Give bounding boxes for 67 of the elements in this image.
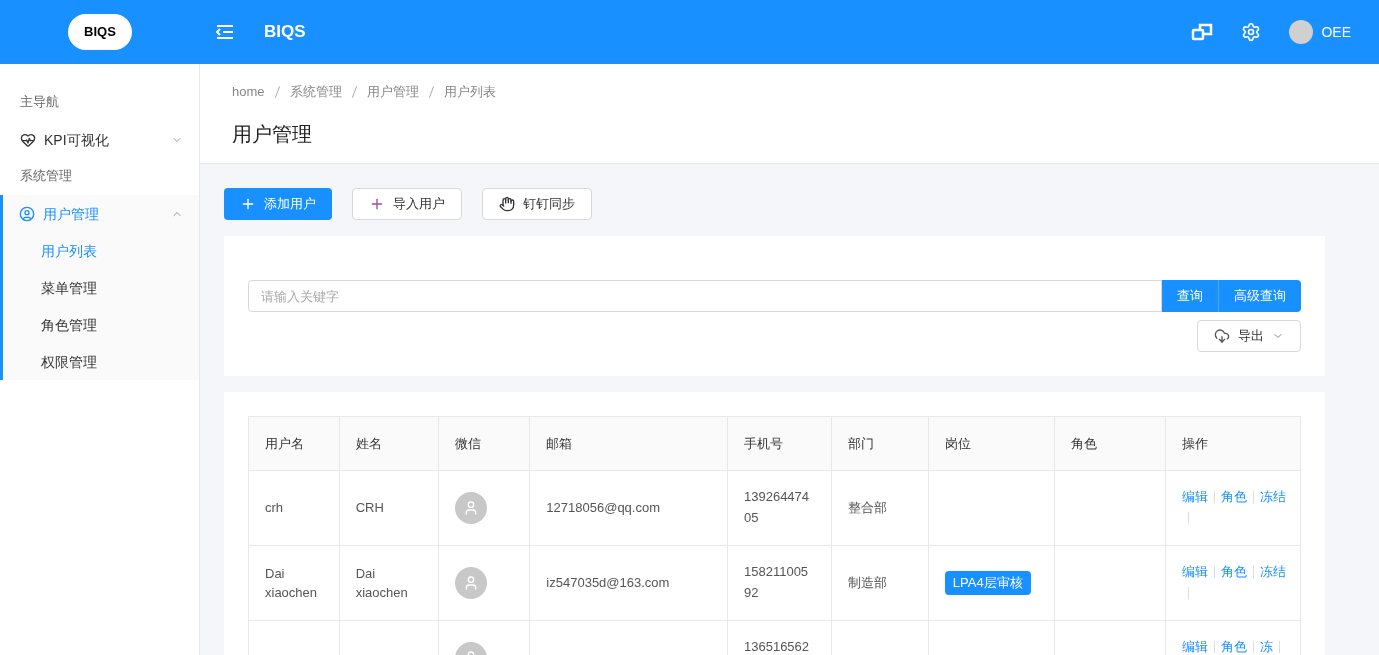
toolbar-button[interactable]: 钉钉同步 <box>482 188 592 220</box>
action-link[interactable]: 角色 <box>1220 637 1247 655</box>
user-circle-icon <box>19 205 35 222</box>
menu-label: 用户管理 <box>43 204 99 224</box>
breadcrumb-link[interactable]: 系统管理 <box>289 82 342 102</box>
search-button[interactable]: 高级查询 <box>1218 280 1301 312</box>
table-cell: 12718056@qq.com <box>529 470 728 546</box>
plus-icon <box>240 196 256 212</box>
table-cell: iz547035d@163.com <box>529 545 728 621</box>
menu-item[interactable]: 用户管理 <box>3 195 199 232</box>
toolbar-button[interactable]: 导入用户 <box>352 188 462 220</box>
table-cell: 制造部 <box>831 545 929 621</box>
column-header: 岗位 <box>928 416 1055 471</box>
action-link[interactable]: 角色 <box>1220 562 1247 583</box>
submenu-item[interactable]: 菜单管理 <box>3 269 199 306</box>
table-cell-text: 158211005 92 <box>744 563 810 602</box>
breadcrumb-link[interactable]: 用户管理 <box>366 82 419 102</box>
column-header: 用户名 <box>248 416 340 471</box>
table-cell: crh <box>248 470 340 546</box>
plus-icon <box>369 196 385 212</box>
submenu-item[interactable]: 角色管理 <box>3 306 199 343</box>
user-name[interactable]: OEE <box>1321 22 1351 42</box>
app-title: BIQS <box>264 21 306 44</box>
action-link[interactable]: 角色 <box>1220 487 1247 508</box>
windows-icon[interactable] <box>1191 22 1214 42</box>
column-header: 操作 <box>1165 416 1301 471</box>
column-header: 微信 <box>438 416 530 471</box>
action-link[interactable]: 编辑 <box>1181 487 1208 508</box>
page-title: 用户管理 <box>232 121 313 147</box>
table-cell: Dai xiaochen <box>339 545 439 621</box>
submenu-item[interactable]: 权限管理 <box>3 343 199 380</box>
hand-icon <box>499 196 515 212</box>
search-field[interactable]: 请输入关键字 <box>248 280 1162 312</box>
position-tag: LPA4层审核 <box>944 571 1031 595</box>
breadcrumb-link[interactable]: home <box>232 82 265 102</box>
section-label: 主导航 <box>19 93 60 112</box>
table-cell: CRH <box>339 470 439 546</box>
menu-item[interactable]: KPI可视化 <box>0 121 199 158</box>
table-cell-text: 139264474 05 <box>744 488 811 527</box>
column-header: 邮箱 <box>529 416 728 471</box>
settings-icon[interactable] <box>1241 22 1262 42</box>
export-button[interactable]: 导出 <box>1197 320 1301 352</box>
action-link[interactable]: 冻结 <box>1259 562 1286 583</box>
heart-pulse-icon <box>20 131 36 148</box>
table-cell-text: 136516562 <box>744 638 811 655</box>
submenu-item[interactable]: 用户列表 <box>3 232 199 269</box>
column-header: 角色 <box>1054 416 1166 471</box>
action-link[interactable]: 冻结 <box>1259 487 1286 508</box>
column-header: 部门 <box>831 416 929 471</box>
menu-collapse-icon[interactable] <box>216 25 234 39</box>
search-button[interactable]: 查询 <box>1162 280 1218 312</box>
action-link[interactable]: 编辑 <box>1181 562 1208 583</box>
toolbar-button[interactable]: 添加用户 <box>224 188 332 220</box>
action-link[interactable]: 冻 <box>1259 637 1273 655</box>
column-header: 手机号 <box>727 416 832 471</box>
menu-label: KPI可视化 <box>44 130 109 150</box>
action-link[interactable]: 编辑 <box>1181 637 1208 655</box>
user-avatar[interactable] <box>1289 20 1314 44</box>
avatar-placeholder <box>454 492 487 524</box>
table-cell: 整合部 <box>831 470 929 546</box>
cloud-download-icon <box>1214 328 1230 344</box>
cloud-logo: BIQS <box>68 14 132 50</box>
column-header: 姓名 <box>339 416 439 471</box>
avatar-placeholder <box>454 567 487 599</box>
breadcrumb-link[interactable]: 用户列表 <box>443 82 496 102</box>
table-cell: Dai xiaochen <box>248 545 340 621</box>
section-label: 系统管理 <box>19 167 73 186</box>
